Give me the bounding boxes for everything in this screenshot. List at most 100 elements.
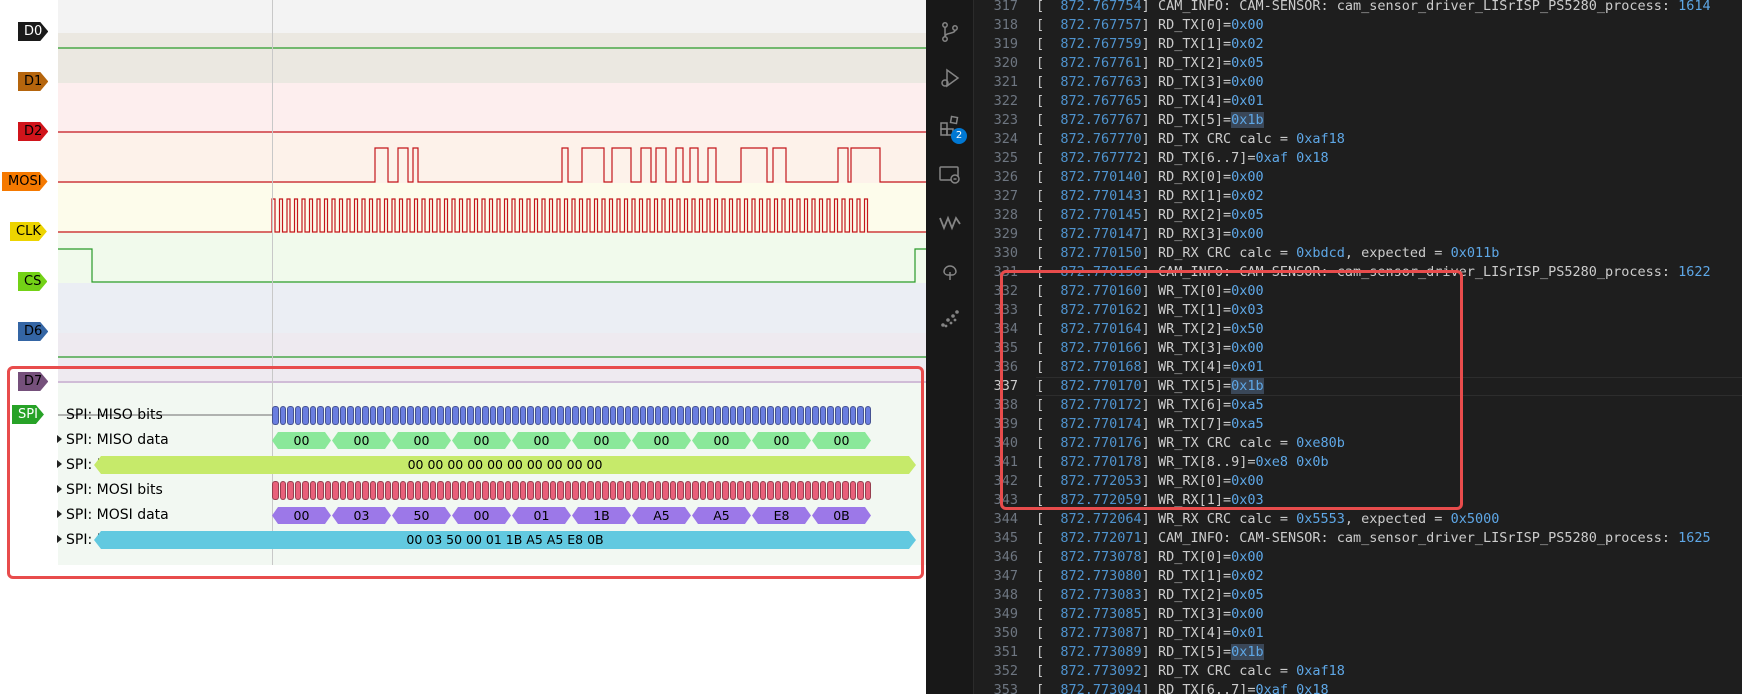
remote-explorer-icon[interactable] [938,163,962,187]
timestamp: 872.773085 [1060,606,1142,622]
log-message: RD_TX[1]= [1157,568,1232,584]
line-number[interactable]: 320 [974,54,1036,73]
line-number[interactable]: 352 [974,662,1036,681]
log-message: RD_RX[2]= [1157,207,1232,223]
line-number[interactable]: 350 [974,624,1036,643]
line-number[interactable]: 330 [974,244,1036,263]
line-number[interactable]: 328 [974,206,1036,225]
log-line[interactable]: [ 872.772071] CAM_INFO: CAM-SENSOR: cam_… [1036,529,1711,548]
tree-icon[interactable] [938,259,962,283]
line-number[interactable]: 346 [974,548,1036,567]
graph-icon[interactable] [938,307,962,331]
open-bracket: [ [1036,36,1061,52]
log-line[interactable]: [ 872.767757] RD_TX[0]=0x00 [1036,16,1264,35]
line-number[interactable]: 317 [974,0,1036,16]
close-bracket: ] [1141,587,1158,603]
line-number[interactable]: 318 [974,16,1036,35]
log-line[interactable]: [ 872.772064] WR_RX CRC calc = 0x5553, e… [1036,510,1499,529]
line-number[interactable]: 329 [974,225,1036,244]
log-line[interactable]: [ 872.767761] RD_TX[2]=0x05 [1036,54,1264,73]
hex-value: 0xaf18 [1296,663,1345,679]
log-line[interactable]: [ 872.767772] RD_TX[6..7]=0xaf 0x18 [1036,149,1329,168]
hex-value: 0x05 [1231,587,1264,603]
log-line[interactable]: [ 872.767763] RD_TX[3]=0x00 [1036,73,1264,92]
log-line[interactable]: [ 872.773087] RD_TX[4]=0x01 [1036,624,1264,643]
log-line[interactable]: [ 872.770145] RD_RX[2]=0x05 [1036,206,1264,225]
line-number[interactable]: 345 [974,529,1036,548]
log-message: , expected = [1344,245,1451,261]
log-message: WR_RX CRC calc = [1157,511,1297,527]
line-number[interactable]: 323 [974,111,1036,130]
timestamp: 872.767767 [1060,112,1142,128]
log-line[interactable]: [ 872.773083] RD_TX[2]=0x05 [1036,586,1264,605]
log-line[interactable]: [ 872.770150] RD_RX CRC calc = 0xbdcd, e… [1036,244,1499,263]
close-bracket: ] [1141,131,1158,147]
line-number[interactable]: 351 [974,643,1036,662]
source-control-icon[interactable] [938,20,962,44]
log-line[interactable]: [ 872.773092] RD_TX CRC calc = 0xaf18 [1036,662,1345,681]
log-line[interactable]: [ 872.767759] RD_TX[1]=0x02 [1036,35,1264,54]
open-bracket: [ [1036,226,1061,242]
open-bracket: [ [1036,55,1061,71]
line-number[interactable]: 327 [974,187,1036,206]
log-message: RD_TX[5]= [1157,644,1232,660]
open-bracket: [ [1036,530,1061,546]
timestamp: 872.773087 [1060,625,1142,641]
log-line[interactable]: [ 872.767767] RD_TX[5]=0x1b [1036,111,1264,130]
log-line[interactable]: [ 872.773094] RD_TX[6..7]=0xaf 0x18 [1036,681,1329,694]
line-number[interactable]: 319 [974,35,1036,54]
line-number[interactable]: 353 [974,681,1036,694]
hex-value: 0x02 [1231,568,1264,584]
timestamp: 872.770147 [1060,226,1142,242]
log-line[interactable]: [ 872.770147] RD_RX[3]=0x00 [1036,225,1264,244]
channel-label-mosi[interactable]: MOSI [2,172,48,191]
log-message: RD_TX[4]= [1157,93,1232,109]
close-bracket: ] [1141,0,1158,14]
close-bracket: ] [1141,93,1158,109]
close-bracket: ] [1141,207,1158,223]
mosi-trace [58,147,926,183]
timestamp: 872.770140 [1060,169,1142,185]
line-number[interactable]: 322 [974,92,1036,111]
run-debug-icon[interactable] [938,66,962,90]
open-bracket: [ [1036,606,1061,622]
close-bracket: ] [1141,568,1158,584]
open-bracket: [ [1036,17,1061,33]
log-line[interactable]: [ 872.767770] RD_TX CRC calc = 0xaf18 [1036,130,1345,149]
timestamp: 872.767757 [1060,17,1142,33]
log-message: RD_TX[0]= [1157,17,1232,33]
log-line[interactable]: [ 872.773085] RD_TX[3]=0x00 [1036,605,1264,624]
line-number[interactable]: 349 [974,605,1036,624]
log-line[interactable]: [ 872.773089] RD_TX[5]=0x1b [1036,643,1264,662]
log-line[interactable]: [ 872.770143] RD_RX[1]=0x02 [1036,187,1264,206]
line-number[interactable]: 344 [974,510,1036,529]
open-bracket: [ [1036,549,1061,565]
line-number[interactable]: 325 [974,149,1036,168]
open-bracket: [ [1036,568,1061,584]
log-line[interactable]: [ 872.767754] CAM_INFO: CAM-SENSOR: cam_… [1036,0,1711,16]
timestamp: 872.767770 [1060,131,1142,147]
line-number[interactable]: 324 [974,130,1036,149]
open-bracket: [ [1036,188,1061,204]
timestamp: 872.767759 [1060,36,1142,52]
hex-value: 0x01 [1231,93,1264,109]
close-bracket: ] [1141,682,1158,694]
log-message: RD_TX[6..7]= [1157,150,1256,166]
spi-decode-highlight-box [7,366,924,579]
close-bracket: ] [1141,511,1158,527]
open-bracket: [ [1036,625,1061,641]
log-line[interactable]: [ 872.773080] RD_TX[1]=0x02 [1036,567,1264,586]
line-number[interactable]: 348 [974,586,1036,605]
line-number[interactable]: 326 [974,168,1036,187]
timestamp: 872.767761 [1060,55,1142,71]
line-number[interactable]: 321 [974,73,1036,92]
log-line[interactable]: [ 872.767765] RD_TX[4]=0x01 [1036,92,1264,111]
open-bracket: [ [1036,112,1061,128]
line-number[interactable]: 347 [974,567,1036,586]
log-line[interactable]: [ 872.770140] RD_RX[0]=0x00 [1036,168,1264,187]
hex-value: 0xaf 0x18 [1255,150,1329,166]
waveform-icon[interactable] [938,211,962,235]
log-line[interactable]: [ 872.773078] RD_TX[0]=0x00 [1036,548,1264,567]
timestamp: 872.767763 [1060,74,1142,90]
hex-value: 0x01 [1231,625,1264,641]
